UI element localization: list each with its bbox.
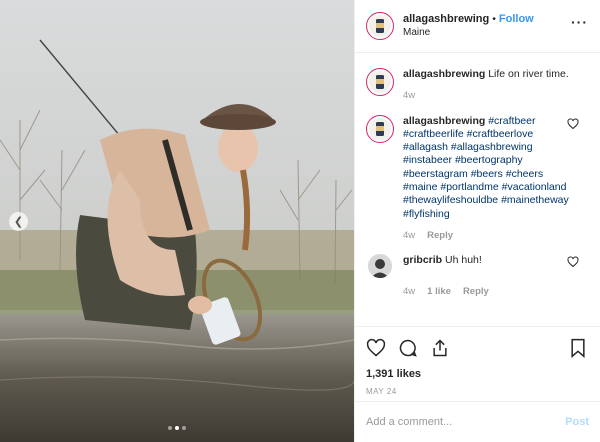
carousel-dot [168, 426, 172, 430]
avatar[interactable] [366, 68, 394, 96]
comment-text: Uh huh! [445, 254, 482, 267]
can-logo-icon [376, 19, 384, 33]
comment-username[interactable]: gribcrib [403, 254, 442, 266]
comment-time[interactable]: 4w [403, 89, 415, 102]
carousel-dots [0, 426, 354, 430]
can-logo-icon [376, 75, 384, 89]
like-count[interactable]: 1,391 likes [366, 368, 589, 380]
location-link[interactable]: Maine [403, 26, 534, 40]
comment-time[interactable]: 4w [403, 229, 415, 242]
post-date: MAY 24 [366, 387, 397, 396]
heart-icon[interactable] [567, 256, 579, 268]
comment-username[interactable]: allagashbrewing [403, 115, 485, 127]
prev-photo-button[interactable]: ❮ [9, 212, 28, 231]
post-sidebar: allagashbrewing • Follow Maine ··· allagas… [354, 0, 600, 442]
chevron-left-icon: ❮ [13, 216, 24, 228]
hashtag-comment: allagashbrewing #craftbeer #craftbeerlif… [366, 114, 589, 243]
reply-button[interactable]: Reply [427, 229, 453, 242]
user-comment: gribcrib Uh huh! 4w 1 like Reply [366, 254, 589, 298]
share-icon[interactable] [430, 338, 450, 358]
username-link[interactable]: allagashbrewing [403, 13, 489, 25]
add-comment-input[interactable] [366, 416, 566, 428]
caption-comment: allagashbrewing Life on river time. 4w [366, 68, 589, 103]
heart-icon[interactable] [567, 118, 579, 130]
can-logo-icon [376, 121, 384, 136]
like-heart-icon[interactable] [366, 338, 386, 358]
follow-button[interactable]: Follow [499, 13, 534, 25]
comment-bubble-icon[interactable] [398, 338, 418, 358]
bookmark-icon[interactable] [568, 338, 588, 358]
add-comment-bar: Post [355, 401, 600, 442]
avatar[interactable] [368, 254, 392, 279]
comments-list[interactable]: allagashbrewing Life on river time. 4w a… [355, 54, 600, 325]
comment-text: Life on river time. [488, 68, 569, 80]
user-avatar-icon [368, 254, 392, 279]
avatar[interactable] [366, 114, 394, 143]
hashtag-links[interactable]: #craftbeer #craftbeerlife #craftbeerlove… [403, 115, 569, 220]
comment-likes[interactable]: 1 like [427, 285, 451, 298]
carousel-dot [182, 426, 186, 430]
comment-username[interactable]: allagashbrewing [403, 68, 485, 80]
carousel-dot-active [175, 426, 179, 430]
more-options-icon[interactable]: ··· [571, 14, 588, 30]
comment-time[interactable]: 4w [403, 285, 415, 298]
post-comment-button[interactable]: Post [565, 416, 589, 428]
separator-dot: • [492, 13, 496, 25]
avatar[interactable] [366, 12, 394, 40]
reply-button[interactable]: Reply [463, 285, 489, 298]
fly-fishing-photo [0, 0, 354, 442]
post-header: allagashbrewing • Follow Maine ··· [355, 0, 600, 53]
post-photo[interactable]: ❮ [0, 0, 354, 442]
